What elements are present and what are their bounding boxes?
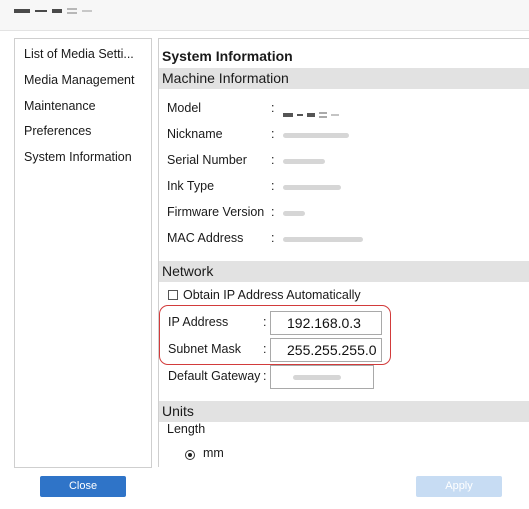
mac-address-label: MAC Address — [167, 231, 244, 245]
brand-logo — [14, 8, 92, 14]
sidebar-nav: List of Media Setti... Media Management … — [14, 38, 152, 468]
model-label: Model — [167, 101, 202, 115]
default-gateway-input[interactable] — [270, 365, 374, 389]
firmware-version-label: Firmware Version — [167, 205, 265, 219]
default-gateway-colon: : — [263, 369, 267, 383]
machine-information-heading: Machine Information — [159, 68, 529, 89]
firmware-version-colon: : — [271, 205, 275, 219]
nickname-colon: : — [271, 127, 275, 141]
model-value-logo — [283, 112, 339, 118]
obtain-ip-auto-label: Obtain IP Address Automatically — [183, 288, 361, 302]
length-label: Length — [167, 422, 206, 436]
firmware-version-value-redacted — [283, 211, 305, 216]
sidebar-item-maintenance[interactable]: Maintenance — [24, 99, 148, 113]
ink-type-label: Ink Type — [167, 179, 215, 193]
title-bar — [0, 0, 529, 31]
serial-number-label: Serial Number — [167, 153, 247, 167]
ink-type-value-redacted — [283, 185, 341, 190]
default-gateway-value-redacted — [293, 375, 341, 380]
serial-number-value-redacted — [283, 159, 325, 164]
radio-selected-dot — [188, 453, 192, 457]
network-heading: Network — [159, 261, 529, 282]
ink-type-colon: : — [271, 179, 275, 193]
sidebar-item-media-management[interactable]: Media Management — [24, 73, 148, 87]
serial-number-colon: : — [271, 153, 275, 167]
mac-address-value-redacted — [283, 237, 363, 242]
units-heading: Units — [159, 401, 529, 422]
mac-address-colon: : — [271, 231, 275, 245]
sidebar-item-system-information[interactable]: System Information — [24, 150, 148, 164]
mm-radio[interactable] — [185, 450, 195, 460]
obtain-ip-auto-checkbox[interactable] — [168, 290, 178, 300]
system-information-panel: System Information Machine Information M… — [158, 38, 529, 467]
nickname-value-redacted — [283, 133, 349, 138]
model-colon: : — [271, 101, 275, 115]
default-gateway-label: Default Gateway — [168, 369, 261, 383]
sidebar-item-media-settings-list[interactable]: List of Media Setti... — [24, 47, 148, 61]
page-title: System Information — [162, 48, 293, 64]
mm-label: mm — [203, 446, 224, 460]
close-button[interactable]: Close — [40, 476, 126, 497]
nickname-label: Nickname — [167, 127, 223, 141]
apply-button[interactable]: Apply — [416, 476, 502, 497]
sidebar-item-preferences[interactable]: Preferences — [24, 124, 148, 138]
ip-subnet-highlight-annotation — [159, 305, 391, 365]
